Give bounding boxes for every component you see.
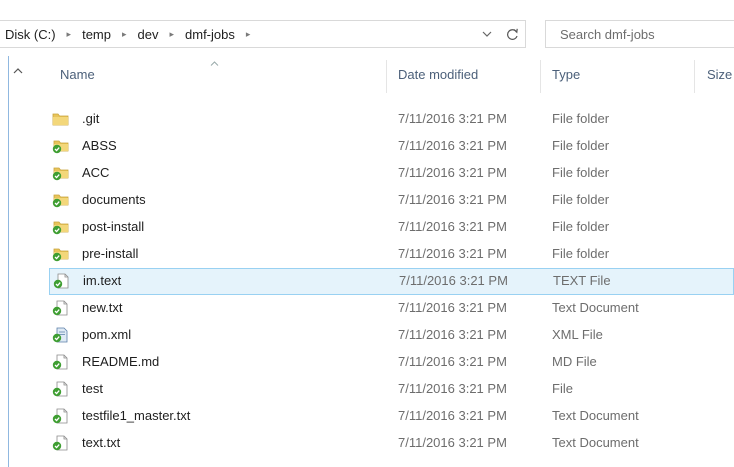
file-row[interactable]: README.md 7/11/2016 3:21 PM MD File — [49, 349, 734, 376]
file-name: documents — [82, 192, 146, 207]
file-type: File folder — [552, 165, 610, 180]
breadcrumb-separator-icon[interactable]: ▸ — [237, 29, 260, 40]
file-row[interactable]: test 7/11/2016 3:21 PM File — [49, 376, 734, 403]
file-row[interactable]: .git 7/11/2016 3:21 PM File folder — [49, 106, 734, 133]
file-name: ACC — [82, 165, 110, 180]
folder-icon — [52, 111, 69, 127]
file-row[interactable]: im.text 7/11/2016 3:21 PM TEXT File — [49, 268, 734, 295]
breadcrumb-separator-icon[interactable]: ▸ — [113, 29, 136, 40]
file-date-modified: 7/11/2016 3:21 PM — [398, 111, 507, 126]
file-type: File folder — [552, 138, 610, 153]
file-type: MD File — [552, 354, 597, 369]
file-date-modified: 7/11/2016 3:21 PM — [398, 138, 507, 153]
file-date-modified: 7/11/2016 3:21 PM — [399, 273, 508, 288]
file-type: Text Document — [552, 300, 639, 315]
toolbar: Disk (C:) ▸ temp ▸ dev ▸ dmf-jobs ▸ Sear… — [0, 14, 734, 56]
file-type: TEXT File — [553, 273, 611, 288]
column-header-date-modified[interactable]: Date modified — [398, 67, 478, 87]
file-date-modified: 7/11/2016 3:21 PM — [398, 300, 507, 315]
file-date-modified: 7/11/2016 3:21 PM — [398, 327, 507, 342]
file-synced-icon — [52, 408, 69, 424]
file-type: Text Document — [552, 435, 639, 450]
file-row[interactable]: testfile1_master.txt 7/11/2016 3:21 PM Tex… — [49, 403, 734, 430]
file-name: new.txt — [82, 300, 123, 315]
breadcrumb-separator-icon[interactable]: ▸ — [58, 29, 81, 40]
file-name: testfile1_master.txt — [82, 408, 191, 423]
file-date-modified: 7/11/2016 3:21 PM — [398, 165, 507, 180]
file-name: test — [82, 381, 103, 396]
folder-synced-icon — [52, 219, 69, 235]
file-type: Text Document — [552, 408, 639, 423]
breadcrumb-dmf-jobs[interactable]: dmf-jobs — [183, 27, 237, 42]
file-row[interactable]: new.txt 7/11/2016 3:21 PM Text Document — [49, 295, 734, 322]
column-divider[interactable] — [386, 60, 387, 93]
chevron-down-icon[interactable] — [477, 21, 497, 47]
search-input[interactable]: Search dmf-jobs — [545, 20, 734, 48]
file-type: XML File — [552, 327, 603, 342]
file-name: pom.xml — [82, 327, 132, 342]
folder-synced-icon — [52, 138, 69, 154]
xml-file-synced-icon — [52, 327, 69, 343]
folder-synced-icon — [52, 165, 69, 181]
file-synced-icon — [53, 273, 70, 289]
folder-synced-icon — [52, 192, 69, 208]
file-row[interactable]: ABSS 7/11/2016 3:21 PM File folder — [49, 133, 734, 160]
file-date-modified: 7/11/2016 3:21 PM — [398, 381, 507, 396]
file-date-modified: 7/11/2016 3:21 PM — [398, 435, 507, 450]
column-divider[interactable] — [694, 60, 695, 93]
file-synced-icon — [52, 435, 69, 451]
file-date-modified: 7/11/2016 3:21 PM — [398, 408, 507, 423]
file-type: File folder — [552, 219, 610, 234]
file-type: File folder — [552, 246, 610, 261]
file-name: text.txt — [82, 435, 121, 450]
breadcrumb-temp[interactable]: temp — [80, 27, 113, 42]
column-divider[interactable] — [540, 60, 541, 93]
file-list: .git 7/11/2016 3:21 PM File folder ABSS 7/11… — [49, 106, 734, 457]
file-name: .git — [82, 111, 100, 126]
file-row[interactable]: text.txt 7/11/2016 3:21 PM Text Document — [49, 430, 734, 457]
file-name: post-install — [82, 219, 145, 234]
file-date-modified: 7/11/2016 3:21 PM — [398, 192, 507, 207]
file-row[interactable]: post-install 7/11/2016 3:21 PM File folder — [49, 214, 734, 241]
breadcrumb: Disk (C:) ▸ temp ▸ dev ▸ dmf-jobs ▸ — [3, 21, 259, 47]
file-row[interactable]: documents 7/11/2016 3:21 PM File folder — [49, 187, 734, 214]
file-synced-icon — [52, 300, 69, 316]
refresh-icon[interactable] — [500, 21, 524, 47]
file-type: File — [552, 381, 573, 396]
breadcrumb-dev[interactable]: dev — [136, 27, 161, 42]
pane-divider — [8, 56, 9, 467]
file-name: pre-install — [82, 246, 139, 261]
column-header-size[interactable]: Size — [707, 67, 732, 87]
file-row[interactable]: pom.xml 7/11/2016 3:21 PM XML File — [49, 322, 734, 349]
folder-synced-icon — [52, 246, 69, 262]
file-date-modified: 7/11/2016 3:21 PM — [398, 246, 507, 261]
file-synced-icon — [52, 381, 69, 397]
file-row[interactable]: pre-install 7/11/2016 3:21 PM File folder — [49, 241, 734, 268]
sort-ascending-icon — [210, 58, 219, 68]
file-name: im.text — [83, 273, 122, 288]
file-type: File folder — [552, 111, 610, 126]
file-name: README.md — [82, 354, 160, 369]
breadcrumb-disk[interactable]: Disk (C:) — [3, 27, 58, 42]
file-row[interactable]: ACC 7/11/2016 3:21 PM File folder — [49, 160, 734, 187]
file-name: ABSS — [82, 138, 117, 153]
collapse-up-icon[interactable] — [13, 65, 25, 77]
address-bar[interactable]: Disk (C:) ▸ temp ▸ dev ▸ dmf-jobs ▸ — [0, 20, 526, 48]
file-date-modified: 7/11/2016 3:21 PM — [398, 219, 507, 234]
file-synced-icon — [52, 354, 69, 370]
breadcrumb-separator-icon[interactable]: ▸ — [160, 29, 183, 40]
explorer-window: Disk (C:) ▸ temp ▸ dev ▸ dmf-jobs ▸ Sear… — [0, 0, 734, 467]
column-header-name[interactable]: Name — [60, 67, 95, 87]
file-type: File folder — [552, 192, 610, 207]
file-date-modified: 7/11/2016 3:21 PM — [398, 354, 507, 369]
column-header-type[interactable]: Type — [552, 67, 580, 87]
